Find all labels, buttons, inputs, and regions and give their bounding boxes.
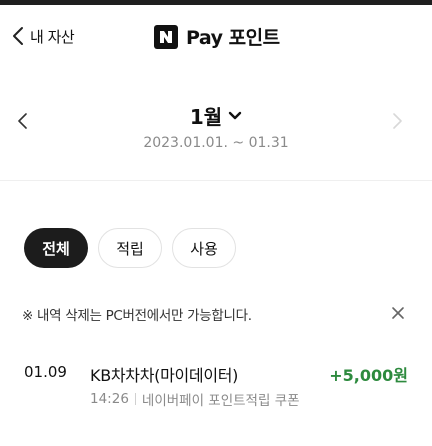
notice-banner: ※ 내역 삭제는 PC버전에서만 가능합니다. <box>0 291 432 335</box>
section-divider <box>0 180 432 181</box>
filter-tabs: 전체 적립 사용 <box>24 228 236 268</box>
back-button[interactable]: 내 자산 <box>12 21 75 51</box>
date-range: 2023.01.01. ~ 01.31 <box>143 135 289 151</box>
close-icon[interactable] <box>390 305 406 325</box>
transaction-time: 14:26 <box>90 391 129 407</box>
month-label: 1월 <box>189 105 223 129</box>
transaction-meta: 14:26 네이버페이 포인트적립 쿠폰 <box>90 389 300 409</box>
back-label: 내 자산 <box>30 27 75 46</box>
brand: Pay 포인트 <box>154 23 280 50</box>
transaction-title: KB차차차(마이데이터) <box>90 366 239 385</box>
meta-separator <box>134 393 136 405</box>
transaction-description: 네이버페이 포인트적립 쿠폰 <box>141 393 300 409</box>
tab-earn[interactable]: 적립 <box>98 228 162 268</box>
next-month-button[interactable] <box>392 111 404 135</box>
transaction-row[interactable]: 01.09 KB차차차(마이데이터) 14:26 네이버페이 포인트적립 쿠폰 … <box>0 356 432 416</box>
page-title: Pay 포인트 <box>186 27 280 49</box>
chevron-right-icon <box>392 113 404 135</box>
period-selector: 1월 2023.01.01. ~ 01.31 <box>0 65 432 175</box>
transaction-date: 01.09 <box>24 363 67 381</box>
month-dropdown[interactable]: 1월 <box>0 101 432 130</box>
notice-text: ※ 내역 삭제는 PC버전에서만 가능합니다. <box>22 308 252 324</box>
tab-use[interactable]: 사용 <box>172 228 236 268</box>
chevron-down-icon <box>228 106 242 125</box>
chevron-left-icon <box>12 26 24 46</box>
app-header: 내 자산 Pay 포인트 <box>0 5 432 65</box>
transaction-amount: +5,000원 <box>329 366 408 385</box>
naver-n-logo-icon <box>154 24 178 49</box>
tab-all[interactable]: 전체 <box>24 228 88 268</box>
